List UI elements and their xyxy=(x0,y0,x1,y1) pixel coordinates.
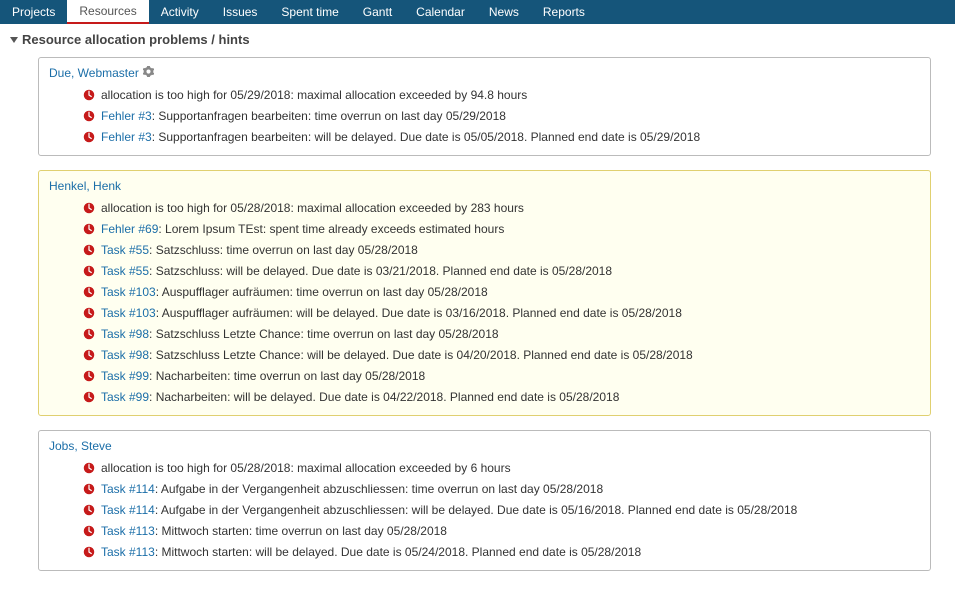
hint-text: : Satzschluss: will be delayed. Due date… xyxy=(149,264,612,278)
user-card: Jobs, Steve allocation is too high for 05… xyxy=(38,430,931,571)
hint-item: Task #113: Mittwoch starten: will be del… xyxy=(83,541,920,562)
hint-item: Task #98: Satzschluss Letzte Chance: tim… xyxy=(83,323,920,344)
hint-item: Task #103: Auspufflager aufräumen: will … xyxy=(83,302,920,323)
nav-item-projects[interactable]: Projects xyxy=(0,0,67,24)
user-link[interactable]: Due, Webmaster xyxy=(49,66,154,80)
hint-text: : Auspufflager aufräumen: will be delaye… xyxy=(156,306,682,320)
nav-item-issues[interactable]: Issues xyxy=(211,0,270,24)
hint-item: Fehler #3: Supportanfragen bearbeiten: w… xyxy=(83,126,920,147)
user-link[interactable]: Henkel, Henk xyxy=(49,179,121,193)
clock-icon xyxy=(83,89,95,101)
chevron-down-icon xyxy=(10,37,18,43)
hint-text: : Mittwoch starten: will be delayed. Due… xyxy=(155,545,641,559)
hint-item: Task #99: Nacharbeiten: time overrun on … xyxy=(83,365,920,386)
issue-link[interactable]: Task #113 xyxy=(101,524,155,538)
issue-link[interactable]: Task #103 xyxy=(101,285,156,299)
issue-link[interactable]: Fehler #69 xyxy=(101,222,158,236)
user-link[interactable]: Jobs, Steve xyxy=(49,439,112,453)
clock-icon xyxy=(83,223,95,235)
clock-icon xyxy=(83,483,95,495)
clock-icon xyxy=(83,286,95,298)
issue-link[interactable]: Fehler #3 xyxy=(101,109,152,123)
clock-icon xyxy=(83,462,95,474)
section-header[interactable]: Resource allocation problems / hints xyxy=(0,24,955,51)
issue-link[interactable]: Fehler #3 xyxy=(101,130,152,144)
hint-item: Fehler #69: Lorem Ipsum TEst: spent time… xyxy=(83,218,920,239)
hint-item: Task #103: Auspufflager aufräumen: time … xyxy=(83,281,920,302)
issue-link[interactable]: Task #98 xyxy=(101,348,149,362)
issue-link[interactable]: Task #99 xyxy=(101,369,149,383)
clock-icon xyxy=(83,546,95,558)
clock-icon xyxy=(83,202,95,214)
content-area: Due, Webmaster allocation is too high for… xyxy=(0,51,955,595)
hint-item: Task #55: Satzschluss: time overrun on l… xyxy=(83,239,920,260)
hint-item: allocation is too high for 05/29/2018: m… xyxy=(83,84,920,105)
clock-icon xyxy=(83,349,95,361)
hint-text: : Lorem Ipsum TEst: spent time already e… xyxy=(158,222,504,236)
clock-icon xyxy=(83,370,95,382)
nav-item-activity[interactable]: Activity xyxy=(149,0,211,24)
nav-item-reports[interactable]: Reports xyxy=(531,0,597,24)
hint-item: allocation is too high for 05/28/2018: m… xyxy=(83,457,920,478)
clock-icon xyxy=(83,131,95,143)
hint-text: : Supportanfragen bearbeiten: time overr… xyxy=(152,109,506,123)
user-card: Henkel, Henk allocation is too high for 0… xyxy=(38,170,931,416)
gear-icon xyxy=(143,66,154,80)
issue-link[interactable]: Task #98 xyxy=(101,327,149,341)
nav-item-calendar[interactable]: Calendar xyxy=(404,0,477,24)
hint-text: : Mittwoch starten: time overrun on last… xyxy=(155,524,447,538)
nav-item-gantt[interactable]: Gantt xyxy=(351,0,404,24)
clock-icon xyxy=(83,504,95,516)
hint-item: Task #114: Aufgabe in der Vergangenheit … xyxy=(83,499,920,520)
hint-text: allocation is too high for 05/29/2018: m… xyxy=(101,88,527,102)
hint-text: allocation is too high for 05/28/2018: m… xyxy=(101,201,524,215)
user-card: Due, Webmaster allocation is too high for… xyxy=(38,57,931,156)
issue-link[interactable]: Task #103 xyxy=(101,306,156,320)
clock-icon xyxy=(83,307,95,319)
hint-item: Fehler #3: Supportanfragen bearbeiten: t… xyxy=(83,105,920,126)
issue-link[interactable]: Task #114 xyxy=(101,503,155,517)
hint-text: : Satzschluss Letzte Chance: will be del… xyxy=(149,348,693,362)
issue-link[interactable]: Task #99 xyxy=(101,390,149,404)
issue-link[interactable]: Task #55 xyxy=(101,243,149,257)
hint-text: : Satzschluss: time overrun on last day … xyxy=(149,243,418,257)
clock-icon xyxy=(83,265,95,277)
hint-list: allocation is too high for 05/29/2018: m… xyxy=(49,80,920,147)
hint-text: : Aufgabe in der Vergangenheit abzuschli… xyxy=(155,482,603,496)
hint-item: allocation is too high for 05/28/2018: m… xyxy=(83,197,920,218)
hint-item: Task #114: Aufgabe in der Vergangenheit … xyxy=(83,478,920,499)
issue-link[interactable]: Task #113 xyxy=(101,545,155,559)
clock-icon xyxy=(83,110,95,122)
nav-item-news[interactable]: News xyxy=(477,0,531,24)
hint-list: allocation is too high for 05/28/2018: m… xyxy=(49,193,920,407)
hint-text: : Nacharbeiten: will be delayed. Due dat… xyxy=(149,390,619,404)
section-title: Resource allocation problems / hints xyxy=(22,32,250,47)
clock-icon xyxy=(83,391,95,403)
clock-icon xyxy=(83,328,95,340)
hint-text: : Supportanfragen bearbeiten: will be de… xyxy=(152,130,700,144)
issue-link[interactable]: Task #55 xyxy=(101,264,149,278)
hint-item: Task #99: Nacharbeiten: will be delayed.… xyxy=(83,386,920,407)
hint-item: Task #55: Satzschluss: will be delayed. … xyxy=(83,260,920,281)
hint-text: : Auspufflager aufräumen: time overrun o… xyxy=(156,285,488,299)
issue-link[interactable]: Task #114 xyxy=(101,482,155,496)
hint-text: : Nacharbeiten: time overrun on last day… xyxy=(149,369,425,383)
hint-item: Task #113: Mittwoch starten: time overru… xyxy=(83,520,920,541)
hint-item: Task #98: Satzschluss Letzte Chance: wil… xyxy=(83,344,920,365)
hint-text: : Satzschluss Letzte Chance: time overru… xyxy=(149,327,499,341)
nav-item-spent-time[interactable]: Spent time xyxy=(269,0,350,24)
hint-list: allocation is too high for 05/28/2018: m… xyxy=(49,453,920,562)
hint-text: : Aufgabe in der Vergangenheit abzuschli… xyxy=(155,503,797,517)
top-nav: ProjectsResourcesActivityIssuesSpent tim… xyxy=(0,0,955,24)
clock-icon xyxy=(83,525,95,537)
clock-icon xyxy=(83,244,95,256)
nav-item-resources[interactable]: Resources xyxy=(67,0,148,24)
hint-text: allocation is too high for 05/28/2018: m… xyxy=(101,461,511,475)
